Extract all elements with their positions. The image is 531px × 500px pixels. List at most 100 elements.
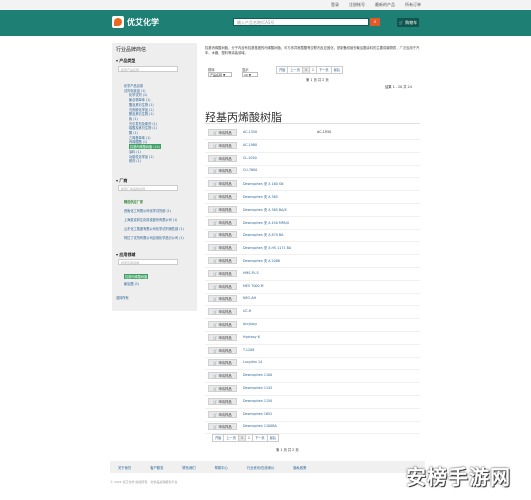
request-sample-button[interactable]: 🛒 申请样品 (208, 129, 237, 136)
product-row: 🛒 申请样品 Desmophen 安 A 365 BA/X (205, 204, 420, 217)
request-sample-button[interactable]: 🛒 申请样品 (208, 167, 237, 175)
request-sample-button[interactable]: 🛒 申请样品 (208, 282, 237, 290)
product-row: 🛒 申请样品 Acryloxy (205, 319, 420, 332)
cart-label: 购物车 (405, 20, 418, 25)
show-select[interactable]: 20 ▼ (242, 72, 258, 77)
request-sample-button[interactable]: 🛒 申请样品 (208, 154, 237, 162)
sidebar-title: 行业品牌商信 (116, 47, 147, 53)
product-row: 🛒 申请样品 HMS-PL.S (205, 268, 420, 281)
request-sample-button[interactable]: 🛒 申请样品 (208, 295, 237, 303)
product-row: 🛒 申请样品 Desmophen 安 A 870 BA (205, 229, 420, 243)
request-sample-button[interactable]: 🛒 申请样品 (208, 193, 237, 200)
product-name-link[interactable]: Desmophen 1100BA (243, 424, 277, 428)
product-name-link[interactable]: CL-1050 (243, 156, 257, 160)
request-sample-button[interactable]: 🛒 申请样品 (208, 257, 237, 264)
pager-last-bottom[interactable]: 最后 (266, 434, 279, 442)
sidebar-item-manufacturer[interactable]: 西陇化工有限公司化学试剂部 (1) (124, 208, 171, 213)
footer-news[interactable]: 行业资讯/在线询价 (247, 465, 275, 470)
product-name-link[interactable]: Desmophen 安 A 2088 (243, 258, 280, 263)
request-sample-button[interactable]: 🛒 申请样品 (208, 244, 237, 252)
request-sample-button[interactable]: 🛒 申请样品 (208, 269, 237, 277)
sort-select[interactable]: 产品名称 ▼ (208, 72, 232, 77)
sidebar-item-polyurethane[interactable]: 聚氨酯 (1) (124, 281, 139, 286)
pager-next-bottom[interactable]: 下一页 (252, 434, 268, 442)
search-button[interactable]: ⌕ (370, 18, 380, 26)
footer-privacy[interactable]: 隐私政策 (293, 465, 306, 470)
product-name-link[interactable]: HMS-PL.S (243, 271, 259, 275)
product-name-link[interactable]: CU-7600 (243, 168, 257, 172)
request-sample-button[interactable]: 🛒 申请样品 (208, 359, 237, 367)
cart-button[interactable]: 🛒 购物车 (397, 18, 419, 27)
product-row: 🛒 申请样品 Hydroxy 6 (205, 332, 420, 345)
product-name-link[interactable]: AC-1350 (243, 130, 257, 134)
request-sample-button[interactable]: 🛒 申请样品 (208, 308, 237, 316)
product-name-link[interactable]: Desmophen 1145 (243, 386, 272, 390)
product-row: 🛒 申请样品 Desmophen 安 A 160 SN (205, 178, 420, 192)
product-name-link[interactable]: Luxydirx 14 (243, 360, 262, 364)
product-name-link[interactable]: UC-H (243, 309, 251, 313)
sidebar-item-manufacturer[interactable]: 上海麦克林生化科技股份有限公司 (1) (124, 217, 177, 222)
logo[interactable]: 优艾化学 (112, 16, 159, 28)
sidebar-item-manufacturer[interactable]: 阿拉丁试剂有限公司应用化学品分公司 (1) (124, 235, 184, 240)
product-name-link[interactable]: Desmophen 安 A 160 SN (243, 181, 283, 186)
logo-icon (112, 16, 124, 28)
product-name-link[interactable]: Desmophen 安 A 365 BA/X (243, 207, 287, 212)
orders-link[interactable]: 所有订单 (405, 2, 421, 8)
product-row: 🛒 申请样品 UC-H (205, 306, 420, 320)
footer-contact[interactable]: 联系我们 (182, 465, 195, 470)
request-sample-button[interactable]: 🛒 申请样品 (208, 205, 237, 213)
footer-help[interactable]: 帮助中心 (215, 465, 228, 470)
sidebar-item-manufacturer[interactable]: 山东化工集团有限公司化学试剂销售部 (1) (124, 226, 184, 231)
product-filter-input[interactable]: 搜索产品名称 (118, 66, 178, 72)
product-name-link[interactable]: Desmophen 安 A 450 MPA/X (243, 220, 289, 225)
product-name-link[interactable]: T-1208 (243, 348, 254, 352)
request-sample-button[interactable]: 🛒 申请样品 (208, 141, 237, 149)
title-divider (205, 123, 420, 124)
request-sample-button[interactable]: 🛒 申请样品 (208, 321, 237, 328)
sec-manufacturer-heading: ▾ 厂商 (116, 178, 128, 183)
product-name-link[interactable]: Acryloxy (243, 322, 257, 326)
product-name-link[interactable]: NEO-AH (243, 296, 256, 300)
request-sample-button[interactable]: 🛒 申请样品 (208, 385, 237, 392)
request-sample-button[interactable]: 🛒 申请样品 (208, 423, 237, 431)
search-icon: ⌕ (373, 19, 377, 25)
sidebar-item-product-type[interactable]: 助剂 (1) (129, 158, 141, 163)
request-sample-button[interactable]: 🛒 申请样品 (208, 231, 237, 239)
request-sample-button[interactable]: 🛒 申请样品 (208, 333, 237, 341)
manufacturer-filter-input[interactable]: 搜索厂商品牌名称 (118, 185, 178, 191)
footer-about[interactable]: 关于我们 (118, 465, 131, 470)
request-sample-button[interactable]: 🛒 申请样品 (208, 397, 237, 405)
product-name-link[interactable]: Desmophen 安 A 365 (243, 194, 278, 199)
register-link[interactable]: 注册帐号 (349, 2, 365, 8)
pager-last[interactable]: 最后 (330, 66, 343, 74)
product-name-link[interactable]: Hydroxy 6 (243, 335, 260, 339)
request-sample-button[interactable]: 🛒 申请样品 (208, 218, 237, 226)
pager-next[interactable]: 下一页 (316, 66, 332, 74)
product-name-link[interactable]: Desmophen 1150 (243, 399, 272, 403)
pager-prev[interactable]: 上一页 (287, 66, 303, 74)
pager-prev-bottom[interactable]: 上一页 (223, 434, 239, 442)
product-name-link[interactable]: AC-1980 (243, 143, 257, 147)
select-all-link[interactable]: 选择所有 (116, 295, 129, 300)
search-input[interactable]: 输入产品名称/CAS号 (233, 18, 369, 26)
category-description: 羟基丙烯酸树脂，分子内含有羟基基团的丙烯酸树脂，可与多异氰酸酯等交联剂反应固化，… (205, 46, 420, 55)
sidebar-item-hydroxy-acrylic[interactable]: 羟基丙烯酸树脂 (124, 274, 149, 279)
request-sample-button[interactable]: 🛒 申请样品 (208, 410, 237, 418)
product-name-link[interactable]: Desmophen 安 A HS 1171 BA (243, 245, 291, 250)
sec-product-type-heading: ▾ 产品类型 (116, 58, 136, 63)
request-sample-button[interactable]: 🛒 申请样品 (208, 372, 237, 380)
request-sample-button[interactable]: 🛒 申请样品 (208, 346, 237, 354)
product-name-link[interactable]: MEV 7000 M (243, 284, 264, 288)
product-name-link[interactable]: Desmophen 1652 (243, 412, 272, 416)
footer-service[interactable]: 客户服务 (150, 465, 163, 470)
product-name-link[interactable]: Desmophen 安 A 870 BA (243, 232, 283, 237)
product-name-link[interactable]: Desmophen 1100 (243, 373, 272, 377)
sec-application-heading: ▾ 应用领域 (116, 252, 136, 257)
product-row: 🛒 申请样品 Desmophen 安 A HS 1171 BA (205, 242, 420, 256)
application-filter-input[interactable]: 搜索应用领域 (118, 259, 178, 265)
latest-products-link[interactable]: 最新的产品 (375, 2, 395, 8)
results-count: 结果 1 - 20 共 24 (385, 85, 412, 89)
login-link[interactable]: 登录 (331, 2, 339, 8)
copyright: © 2024 优艾化学 版权所有 · 化学品采购服务平台 (110, 480, 178, 484)
request-sample-button[interactable]: 🛒 申请样品 (208, 180, 237, 188)
